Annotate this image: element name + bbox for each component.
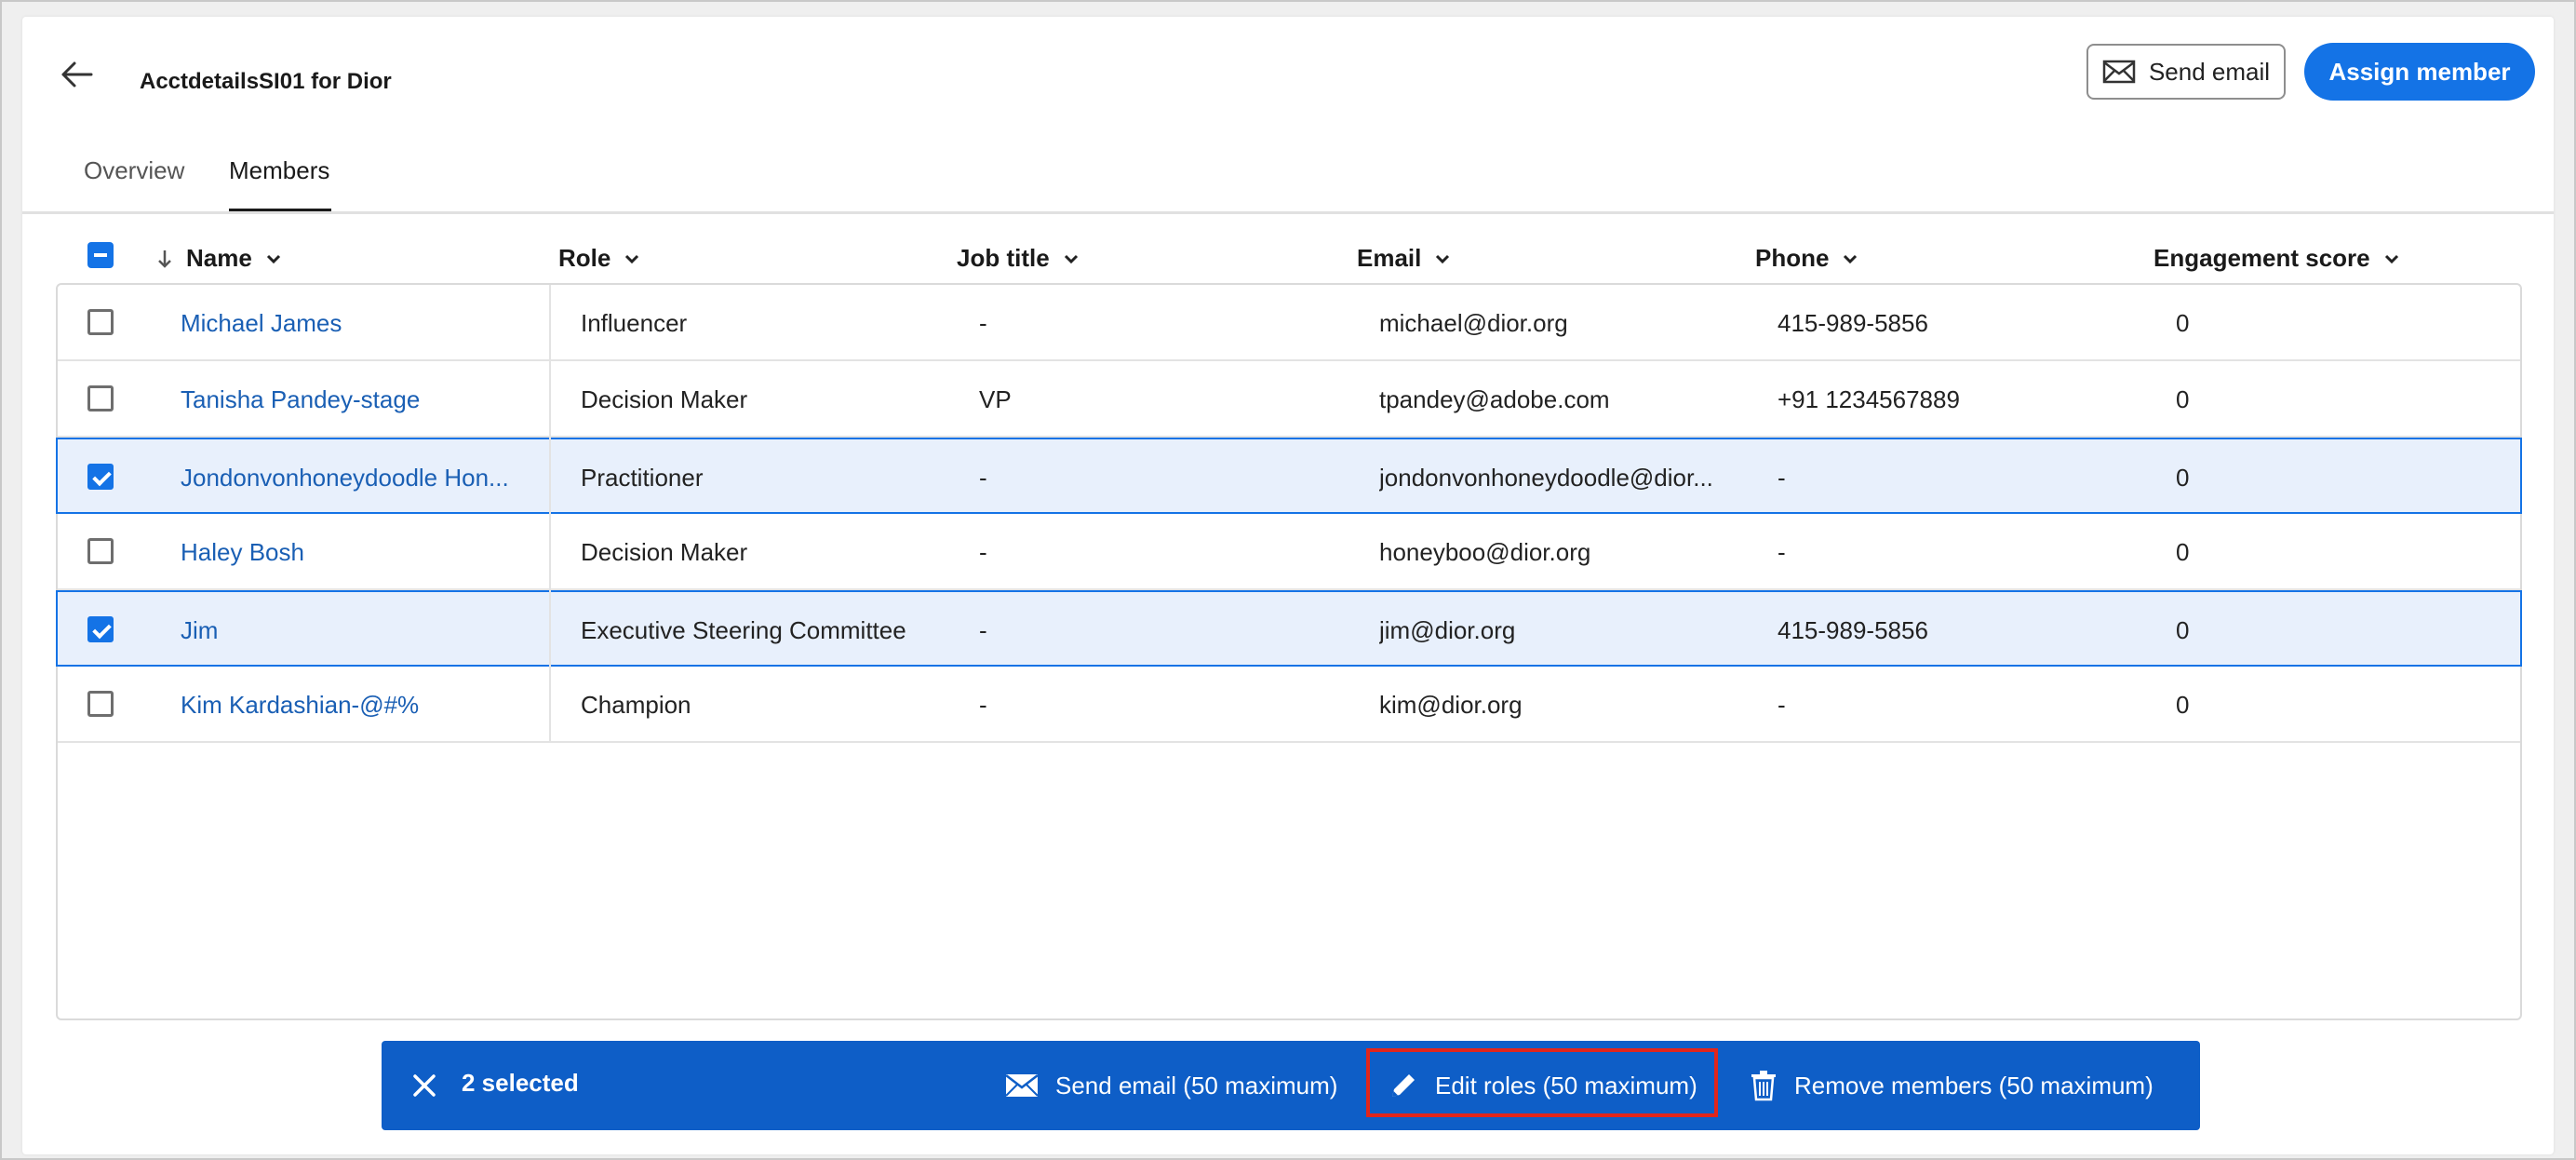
chevron-down-icon: [1436, 254, 1450, 263]
column-divider: [549, 514, 551, 588]
role-cell: Champion: [581, 691, 691, 719]
back-arrow-icon[interactable]: [56, 54, 97, 95]
window-frame: AcctdetailsSI01 for Dior Send email Assi…: [0, 0, 2576, 1160]
column-header-name[interactable]: Name: [156, 244, 282, 273]
row-checkbox[interactable]: [87, 691, 114, 717]
role-cell: Executive Steering Committee: [581, 616, 906, 644]
engagement-score-cell: 0: [2176, 691, 2190, 719]
role-cell: Practitioner: [581, 464, 704, 492]
engagement-score-cell: 0: [2176, 538, 2190, 566]
job-title-cell: -: [979, 691, 987, 719]
member-name-link[interactable]: Tanisha Pandey-stage: [181, 361, 525, 438]
role-cell: Influencer: [581, 309, 688, 337]
table-row[interactable]: Tanisha Pandey-stage Decision Maker VP tpan…: [58, 361, 2520, 438]
select-all-checkbox[interactable]: [87, 242, 114, 268]
phone-cell: -: [1778, 538, 1786, 566]
column-header-phone[interactable]: Phone: [1755, 244, 1858, 273]
bulk-edit-roles-button[interactable]: Edit roles (50 maximum): [1389, 1041, 1697, 1130]
trash-icon: [1751, 1071, 1776, 1101]
chevron-down-icon: [2384, 254, 2398, 263]
job-title-cell: -: [979, 309, 987, 337]
bulk-edit-roles-label: Edit roles (50 maximum): [1435, 1071, 1697, 1099]
row-checkbox[interactable]: [87, 464, 114, 490]
selected-count: 2 selected: [462, 1069, 579, 1097]
email-cell: michael@dior.org: [1379, 309, 1568, 337]
phone-cell: 415-989-5856: [1778, 309, 1928, 337]
engagement-score-cell: 0: [2176, 616, 2190, 644]
sort-down-icon: [158, 250, 171, 268]
job-title-cell: -: [979, 538, 987, 566]
chevron-down-icon: [266, 254, 280, 263]
members-table-body: Michael James Influencer - michael@dior.org…: [56, 283, 2522, 1020]
column-divider: [549, 438, 551, 514]
chevron-down-icon: [625, 254, 639, 263]
email-cell: kim@dior.org: [1379, 691, 1523, 719]
bulk-send-email-button[interactable]: Send email (50 maximum): [1005, 1041, 1337, 1130]
column-label-role: Role: [558, 244, 611, 272]
envelope-icon: [2102, 60, 2136, 84]
send-email-button[interactable]: Send email: [2086, 44, 2286, 100]
table-row[interactable]: Haley Bosh Decision Maker - honeyboo@dior.o…: [58, 514, 2520, 590]
column-label-job-title: Job title: [957, 244, 1050, 272]
page-title: AcctdetailsSI01 for Dior: [140, 69, 392, 94]
engagement-score-cell: 0: [2176, 309, 2190, 337]
account-members-panel: AcctdetailsSI01 for Dior Send email Assi…: [22, 17, 2554, 1154]
table-header: Name Role Job title Email Phone Engageme…: [22, 233, 2554, 285]
table-row[interactable]: Michael James Influencer - michael@dior.org…: [58, 285, 2520, 361]
column-header-email[interactable]: Email: [1357, 244, 1451, 273]
phone-cell: 415-989-5856: [1778, 616, 1928, 644]
tabs-divider: [22, 211, 2554, 214]
column-label-email: Email: [1357, 244, 1422, 272]
email-cell: jim@dior.org: [1379, 616, 1516, 644]
chevron-down-icon: [1064, 254, 1078, 263]
column-header-engagement-score[interactable]: Engagement score: [2153, 244, 2400, 273]
member-name-link[interactable]: Jondonvonhoneydoodle Hon...: [181, 439, 525, 516]
member-name-link[interactable]: Kim Kardashian-@#%: [181, 667, 525, 743]
table-row[interactable]: Jim Executive Steering Committee - jim@dior…: [56, 590, 2522, 667]
pencil-icon: [1392, 1074, 1415, 1097]
role-cell: Decision Maker: [581, 385, 748, 413]
column-header-job-title[interactable]: Job title: [957, 244, 1080, 273]
bulk-remove-members-button[interactable]: Remove members (50 maximum): [1750, 1041, 2153, 1130]
role-cell: Decision Maker: [581, 538, 748, 566]
column-divider: [549, 590, 551, 667]
email-cell: jondonvonhoneydoodle@dior...: [1379, 464, 1713, 492]
phone-cell: -: [1778, 691, 1786, 719]
column-divider: [549, 667, 551, 741]
chevron-down-icon: [1844, 254, 1858, 263]
member-name-link[interactable]: Haley Bosh: [181, 514, 525, 590]
member-name-link[interactable]: Jim: [181, 592, 525, 668]
job-title-cell: -: [979, 616, 987, 644]
bulk-remove-members-label: Remove members (50 maximum): [1794, 1071, 2153, 1099]
column-divider: [549, 361, 551, 436]
row-checkbox[interactable]: [87, 538, 114, 564]
job-title-cell: -: [979, 464, 987, 492]
phone-cell: +91 1234567889: [1778, 385, 1960, 413]
envelope-icon: [1005, 1074, 1039, 1097]
engagement-score-cell: 0: [2176, 464, 2190, 492]
tab-overview[interactable]: Overview: [84, 156, 184, 185]
tab-members[interactable]: Members: [229, 156, 329, 185]
column-divider: [549, 285, 551, 359]
column-label-engagement-score: Engagement score: [2153, 244, 2370, 272]
email-cell: honeyboo@dior.org: [1379, 538, 1591, 566]
bulk-send-email-label: Send email (50 maximum): [1055, 1071, 1338, 1099]
row-checkbox[interactable]: [87, 616, 114, 642]
bulk-action-bar: 2 selected Send email (50 maximum) Edit …: [382, 1041, 2200, 1130]
row-checkbox[interactable]: [87, 309, 114, 335]
assign-member-button[interactable]: Assign member: [2304, 43, 2535, 101]
engagement-score-cell: 0: [2176, 385, 2190, 413]
table-row[interactable]: Jondonvonhoneydoodle Hon... Practitioner -…: [56, 438, 2522, 514]
column-label-name: Name: [186, 244, 252, 272]
email-cell: tpandey@adobe.com: [1379, 385, 1610, 413]
column-header-role[interactable]: Role: [558, 244, 640, 273]
table-row[interactable]: Kim Kardashian-@#% Champion - kim@dior.org -…: [58, 667, 2520, 743]
row-checkbox[interactable]: [87, 385, 114, 411]
member-name-link[interactable]: Michael James: [181, 285, 525, 361]
column-label-phone: Phone: [1755, 244, 1830, 272]
close-icon[interactable]: [409, 1071, 439, 1100]
send-email-label: Send email: [2148, 57, 2271, 86]
phone-cell: -: [1778, 464, 1786, 492]
job-title-cell: VP: [979, 385, 1012, 413]
